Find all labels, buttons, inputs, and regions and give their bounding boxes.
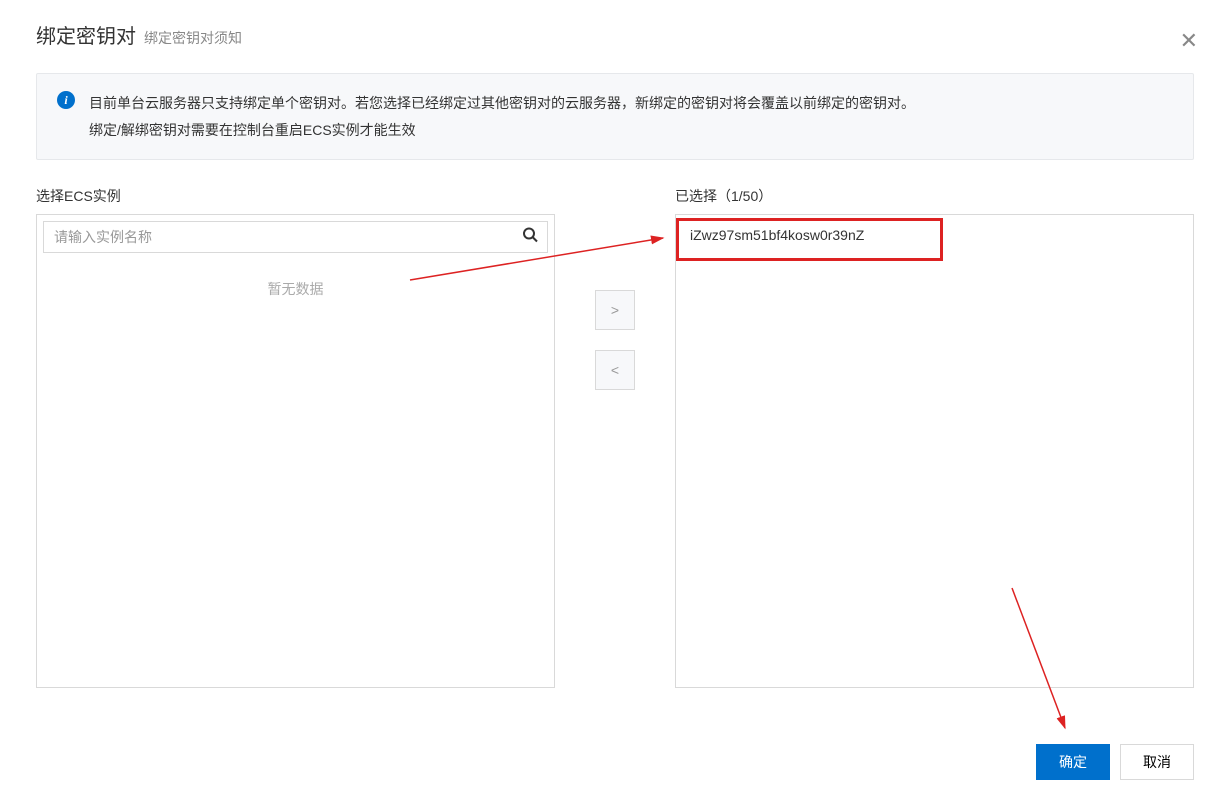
empty-text: 暂无数据 (37, 259, 554, 319)
selected-panel-box: iZwz97sm51bf4kosw0r39nZ (675, 214, 1194, 688)
transfer-controls: > < (555, 186, 675, 390)
close-icon[interactable]: ✕ (1180, 30, 1198, 52)
dialog-header: 绑定密钥对 绑定密钥对须知 (36, 20, 1194, 49)
dialog-subtitle: 绑定密钥对须知 (144, 28, 242, 48)
info-banner: i 目前单台云服务器只支持绑定单个密钥对。若您选择已经绑定过其他密钥对的云服务器… (36, 73, 1194, 160)
info-icon: i (57, 91, 75, 109)
info-line-1: 目前单台云服务器只支持绑定单个密钥对。若您选择已经绑定过其他密钥对的云服务器，新… (89, 90, 915, 117)
remove-button[interactable]: < (595, 350, 635, 390)
info-text: 目前单台云服务器只支持绑定单个密钥对。若您选择已经绑定过其他密钥对的云服务器，新… (89, 90, 915, 143)
selected-panel: 已选择（1/50） iZwz97sm51bf4kosw0r39nZ (675, 186, 1194, 688)
transfer-widget: 选择ECS实例 暂无数据 > (36, 186, 1194, 688)
cancel-button[interactable]: 取消 (1120, 744, 1194, 780)
source-panel-label: 选择ECS实例 (36, 186, 555, 206)
selected-panel-label: 已选择（1/50） (675, 186, 1194, 206)
confirm-button[interactable]: 确定 (1036, 744, 1110, 780)
bind-keypair-dialog: 绑定密钥对 绑定密钥对须知 ✕ i 目前单台云服务器只支持绑定单个密钥对。若您选… (0, 0, 1230, 708)
add-button[interactable]: > (595, 290, 635, 330)
search-input[interactable] (43, 221, 548, 253)
info-line-2: 绑定/解绑密钥对需要在控制台重启ECS实例才能生效 (89, 117, 915, 144)
source-panel-box: 暂无数据 (36, 214, 555, 688)
search-wrap (37, 215, 554, 259)
dialog-footer: 确定 取消 (1036, 744, 1194, 780)
dialog-title: 绑定密钥对 (36, 20, 136, 49)
list-item[interactable]: iZwz97sm51bf4kosw0r39nZ (676, 215, 1193, 255)
source-panel: 选择ECS实例 暂无数据 (36, 186, 555, 688)
